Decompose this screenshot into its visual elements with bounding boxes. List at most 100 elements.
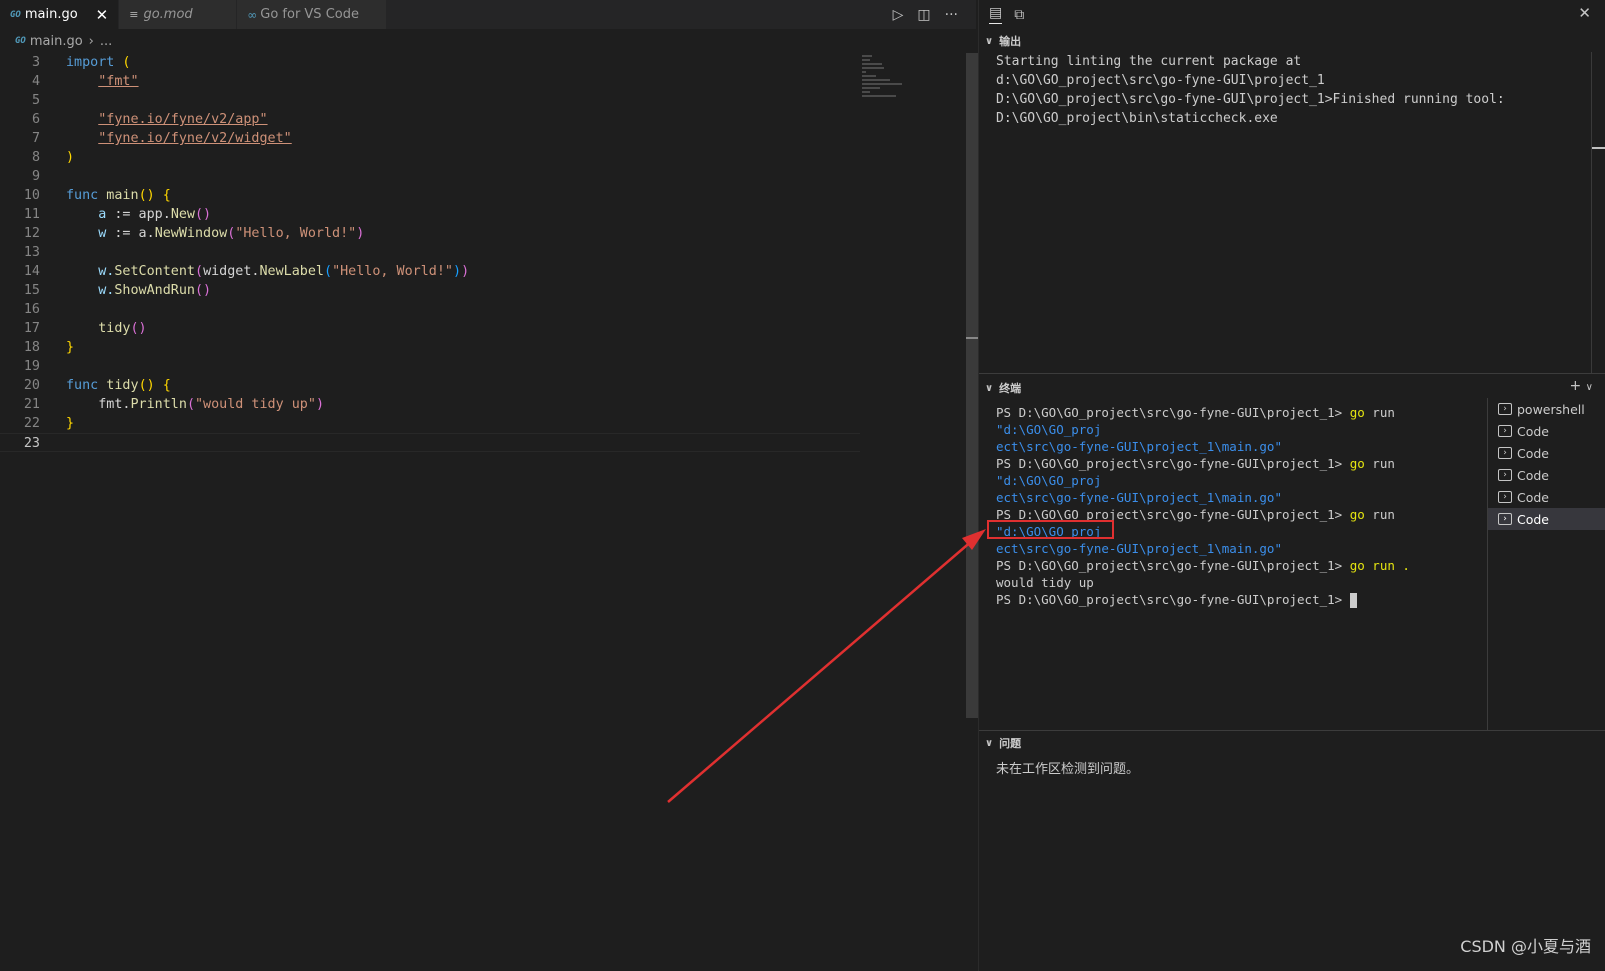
go-file-icon: GO	[10, 9, 21, 20]
problems-section-header[interactable]: ∨ 问题	[979, 732, 1605, 754]
divider	[979, 730, 1605, 731]
chevron-down-icon: ∨	[985, 35, 994, 47]
line-number: 8	[31, 150, 40, 165]
breadcrumb-file[interactable]: main.go	[30, 34, 83, 49]
output-view-icon[interactable]: ▤	[989, 5, 1003, 24]
output-line: d:\GO\GO_project\src\go-fyne-GUI\project…	[996, 73, 1325, 88]
tab-main-go[interactable]: GO main.go ✕	[0, 0, 120, 29]
code-line: 9	[0, 167, 860, 186]
code-line: 22}	[0, 414, 860, 433]
breadcrumb-symbol[interactable]: ...	[100, 34, 112, 49]
line-number: 14	[23, 264, 40, 279]
close-icon[interactable]: ✕	[1578, 4, 1591, 22]
problems-title: 问题	[999, 737, 1022, 750]
code-line: 11 a := app.New()	[0, 205, 860, 224]
output-content: Starting linting the current package at …	[996, 52, 1596, 128]
tab-go-for-vscode[interactable]: ∞ Go for VS Code	[237, 0, 388, 29]
tab-label: go.mod	[143, 7, 193, 22]
breadcrumb: GO main.go › ...	[0, 29, 976, 53]
divider	[979, 373, 1605, 374]
terminal-item-code[interactable]: › Code	[1488, 464, 1605, 486]
terminal-title: 终端	[999, 382, 1022, 395]
output-section-header[interactable]: ∨ 输出	[979, 30, 1605, 52]
line-number: 11	[23, 207, 40, 222]
terminal-list: › powershell › Code › Code › Code › Code › Cod…	[1487, 398, 1605, 730]
more-actions-icon[interactable]: ···	[945, 7, 958, 23]
editor-tab-bar: GO main.go ✕ ≡ go.mod ∞ Go for VS Code	[0, 0, 976, 29]
code-line: 21 fmt.Println("would tidy up")	[0, 395, 860, 414]
go-file-icon: GO	[15, 36, 26, 46]
panel-toolbar: ▤ ⧉	[979, 0, 1605, 29]
code-line: 5	[0, 91, 860, 110]
terminal-output-line: would tidy up	[996, 575, 1094, 590]
line-number: 17	[23, 321, 40, 336]
code-line: 8)	[0, 148, 860, 167]
line-number: 5	[31, 93, 40, 108]
terminal-item-powershell[interactable]: › powershell	[1488, 398, 1605, 420]
file-lines-icon: ≡	[129, 8, 139, 21]
terminal-section-header[interactable]: ∨ 终端	[979, 377, 1605, 399]
terminal-item-code[interactable]: › Code	[1488, 442, 1605, 464]
output-line: D:\GO\GO_project\src\go-fyne-GUI\project…	[996, 92, 1505, 107]
close-icon[interactable]: ✕	[96, 6, 109, 24]
editor-actions: ▷ ◫ ···	[893, 0, 958, 29]
code-line: 13	[0, 243, 860, 262]
code-line: 3 import (	[0, 53, 860, 72]
output-line: D:\GO\GO_project\bin\staticcheck.exe	[996, 111, 1278, 126]
go-extension-icon: ∞	[247, 7, 257, 22]
terminal-actions: + ∨	[1569, 378, 1593, 394]
output-line: Starting linting the current package at	[996, 54, 1302, 69]
minimap[interactable]	[862, 53, 962, 103]
code-line: 18}	[0, 338, 860, 357]
line-number: 7	[31, 131, 40, 146]
code-line: 6 "fyne.io/fyne/v2/app"	[0, 110, 860, 129]
terminal-icon: ›	[1498, 469, 1512, 481]
watermark: CSDN @小夏与酒	[1460, 937, 1591, 956]
chevron-down-icon[interactable]: ∨	[1586, 382, 1593, 393]
code-line: 17 tidy()	[0, 319, 860, 338]
problems-message: 未在工作区检测到问题。	[996, 762, 1140, 777]
terminal-icon: ›	[1498, 403, 1512, 415]
line-number: 19	[23, 359, 40, 374]
code-editor[interactable]: 3 import ( 4 "fmt" 5 6 "fyne.io/fyne/v2/a…	[0, 53, 860, 452]
split-editor-icon[interactable]: ◫	[917, 7, 930, 23]
tab-go-mod[interactable]: ≡ go.mod	[119, 0, 238, 29]
line-number: 6	[31, 112, 40, 127]
vscode-window: GO main.go ✕ ≡ go.mod ∞ Go for VS Code ▷…	[0, 0, 1605, 971]
code-line: 15 w.ShowAndRun()	[0, 281, 860, 300]
terminal-item-code[interactable]: › Code	[1488, 486, 1605, 508]
chevron-down-icon: ∨	[985, 382, 994, 394]
code-line: 10 func main() {	[0, 186, 860, 205]
code-line: 20 func tidy() {	[0, 376, 860, 395]
terminal-item-code[interactable]: › Code	[1488, 420, 1605, 442]
editor-area: GO main.go ✕ ≡ go.mod ∞ Go for VS Code ▷…	[0, 0, 978, 971]
code-line-current[interactable]: 23	[0, 433, 860, 452]
add-terminal-icon[interactable]: +	[1569, 378, 1581, 394]
terminal-icon: ›	[1498, 447, 1512, 459]
chevron-down-icon: ∨	[985, 737, 994, 749]
tab-label: main.go	[24, 7, 78, 22]
terminal-cursor	[1349, 593, 1357, 608]
run-icon[interactable]: ▷	[893, 7, 904, 23]
code-line: 4 "fmt"	[0, 72, 860, 91]
output-scrollbar[interactable]	[1591, 52, 1605, 374]
line-number: 13	[23, 245, 40, 260]
code-line: 7 "fyne.io/fyne/v2/widget"	[0, 129, 860, 148]
editor-scrollbar[interactable]	[966, 53, 978, 718]
output-title: 输出	[999, 35, 1022, 48]
terminal-icon: ›	[1498, 513, 1512, 525]
code-line: 16	[0, 300, 860, 319]
line-number: 21	[23, 397, 40, 412]
line-number: 10	[23, 188, 40, 203]
line-number: 12	[23, 226, 40, 241]
line-number: 4	[31, 74, 40, 89]
terminal-content[interactable]: PS D:\GO\GO_project\src\go-fyne-GUI\proj…	[996, 404, 1476, 608]
terminal-view-icon[interactable]: ⧉	[1014, 7, 1024, 23]
code-line: 14 w.SetContent(widget.NewLabel("Hello, …	[0, 262, 860, 281]
terminal-item-code-active[interactable]: › Code	[1488, 508, 1605, 530]
line-number: 18	[23, 340, 40, 355]
chevron-right-icon: ›	[88, 33, 94, 49]
code-line: 12 w := a.NewWindow("Hello, World!")	[0, 224, 860, 243]
line-number: 22	[23, 416, 40, 431]
code-line: 19	[0, 357, 860, 376]
